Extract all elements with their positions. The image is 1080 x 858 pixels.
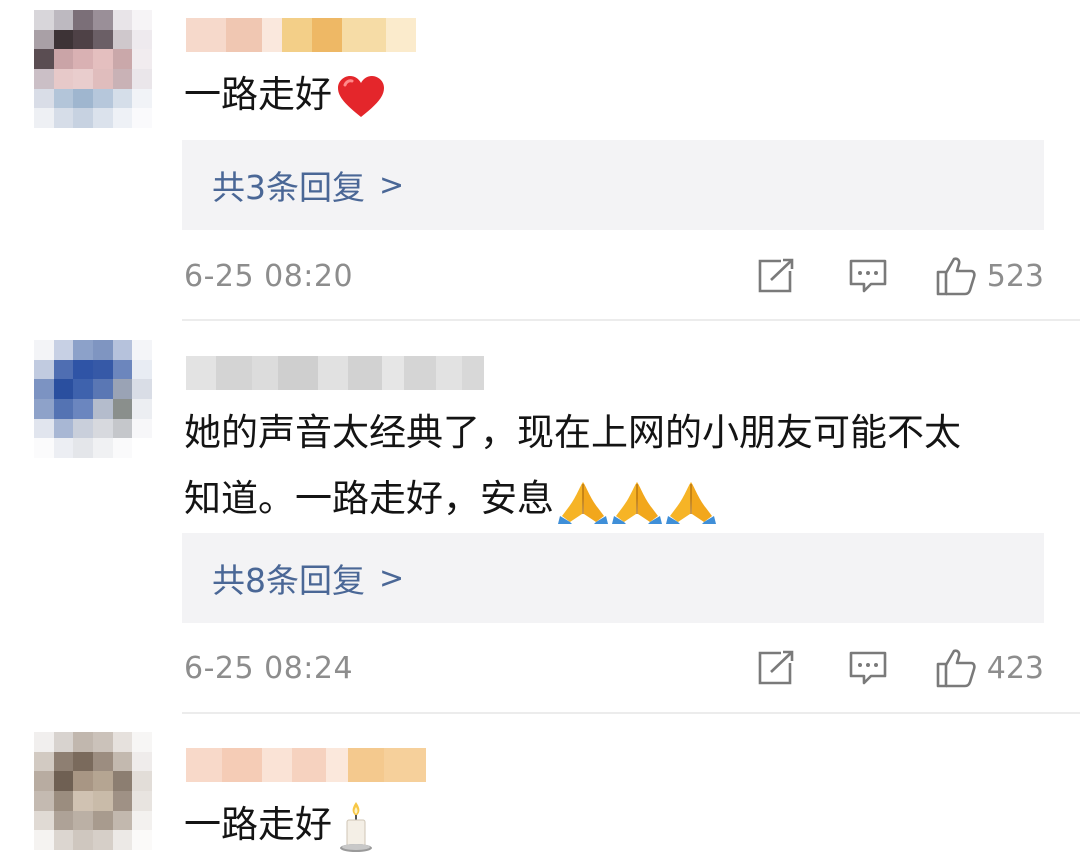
- like-button[interactable]: 523: [935, 256, 1044, 296]
- reply-button[interactable]: [849, 650, 887, 686]
- like-count: 523: [986, 258, 1044, 294]
- view-replies-button[interactable]: 共3条回复 >: [182, 140, 1044, 230]
- like-icon: [936, 649, 976, 688]
- candle-icon: [340, 801, 372, 852]
- folded-hands-icon: [558, 481, 608, 524]
- avatar[interactable]: [34, 732, 152, 850]
- folded-hands-icons: [554, 477, 716, 524]
- comment-text: 她的声音太经典了，现在上网的小朋友可能不太 知道。一路走好，安息: [184, 400, 1044, 532]
- chevron-right-icon: >: [379, 167, 405, 203]
- comment-text: 一路走好: [184, 792, 1044, 858]
- share-icon: [758, 258, 794, 293]
- share-button[interactable]: [757, 258, 795, 294]
- timestamp: 6-25 08:20: [184, 258, 354, 294]
- share-icon: [758, 650, 794, 685]
- avatar[interactable]: [34, 10, 152, 128]
- red-heart-icon: [338, 75, 384, 117]
- comment-text: 一路走好: [184, 62, 1044, 128]
- comment-meta: 6-25 08:24 423: [184, 648, 1044, 688]
- like-button[interactable]: 423: [935, 648, 1044, 688]
- view-replies-button[interactable]: 共8条回复 >: [182, 533, 1044, 623]
- chevron-right-icon: >: [379, 560, 405, 596]
- timestamp: 6-25 08:24: [184, 650, 354, 686]
- like-icon: [936, 257, 976, 296]
- divider: [182, 319, 1080, 321]
- avatar[interactable]: [34, 340, 152, 458]
- comment-icon: [849, 651, 887, 685]
- username-blurred[interactable]: [186, 18, 416, 52]
- share-button[interactable]: [757, 650, 795, 686]
- comment-actions: 423: [757, 648, 1044, 688]
- comment-icon: [849, 259, 887, 293]
- reply-button[interactable]: [849, 258, 887, 294]
- comment-meta: 6-25 08:20 523: [184, 256, 1044, 296]
- divider: [182, 712, 1080, 714]
- username-blurred[interactable]: [186, 356, 484, 390]
- comment-actions: 523: [757, 256, 1044, 296]
- like-count: 423: [986, 650, 1044, 686]
- username-blurred[interactable]: [186, 748, 426, 782]
- folded-hands-icon: [666, 481, 716, 524]
- folded-hands-icon: [612, 481, 662, 524]
